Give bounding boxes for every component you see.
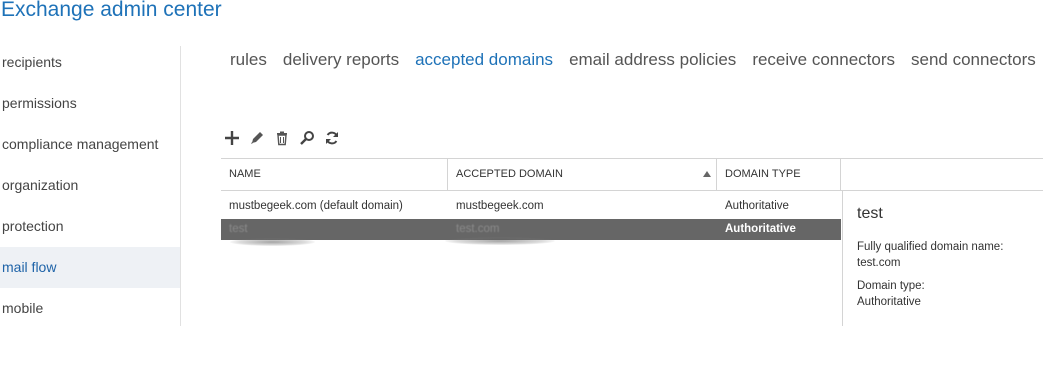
fqdn-value: test.com [857, 257, 901, 269]
grid-header: NAME ACCEPTED DOMAIN DOMAIN TYPE [221, 158, 1043, 191]
sidebar-nav: recipients permissions compliance manage… [0, 42, 180, 326]
toolbar [222, 128, 341, 148]
domain-type-value: Authoritative [857, 296, 921, 308]
cell-domain-type: Authoritative [725, 223, 796, 235]
tab-email-address-policies[interactable]: email address policies [569, 50, 736, 74]
cell-domain-type: Authoritative [725, 200, 789, 212]
column-header-accepted-domain-label: ACCEPTED DOMAIN [456, 168, 563, 180]
add-icon[interactable] [222, 128, 241, 148]
cell-name: mustbegeek.com (default domain) [229, 200, 403, 212]
tab-rules[interactable]: rules [230, 50, 267, 74]
edit-icon[interactable] [247, 128, 266, 148]
search-icon[interactable] [297, 128, 316, 148]
details-title: test [857, 205, 883, 222]
sidebar-item-protection[interactable]: protection [0, 206, 180, 247]
sidebar-divider [180, 46, 181, 326]
tab-accepted-domains[interactable]: accepted domains [415, 50, 553, 74]
tab-receive-connectors[interactable]: receive connectors [752, 50, 895, 74]
domain-type-label: Domain type: [857, 280, 925, 292]
sort-ascending-icon [703, 171, 711, 177]
cell-name: test [229, 223, 248, 235]
tab-bar: rules delivery reports accepted domains … [230, 50, 1036, 74]
delete-icon[interactable] [272, 128, 291, 148]
refresh-icon[interactable] [322, 128, 341, 148]
tab-delivery-reports[interactable]: delivery reports [283, 50, 399, 74]
sidebar-item-permissions[interactable]: permissions [0, 83, 180, 124]
tab-send-connectors[interactable]: send connectors [911, 50, 1036, 74]
sidebar-item-compliance-management[interactable]: compliance management [0, 124, 180, 165]
fqdn-label: Fully qualified domain name: [857, 241, 1004, 253]
column-header-name[interactable]: NAME [221, 159, 448, 190]
app-title: Exchange admin center [1, 0, 222, 21]
sidebar-item-recipients[interactable]: recipients [0, 42, 180, 83]
table-row[interactable]: mustbegeek.com (default domain) mustbege… [221, 196, 841, 217]
redaction-smudge [230, 238, 315, 246]
cell-accepted-domain: mustbegeek.com [456, 200, 544, 212]
redaction-smudge [445, 237, 555, 245]
details-pane: test Fully qualified domain name: test.c… [842, 190, 1044, 326]
column-header-domain-type[interactable]: DOMAIN TYPE [717, 159, 841, 190]
column-header-accepted-domain[interactable]: ACCEPTED DOMAIN [448, 159, 717, 190]
sidebar-item-mail-flow[interactable]: mail flow [0, 247, 180, 288]
sidebar-item-mobile[interactable]: mobile [0, 288, 180, 329]
sidebar-item-organization[interactable]: organization [0, 165, 180, 206]
